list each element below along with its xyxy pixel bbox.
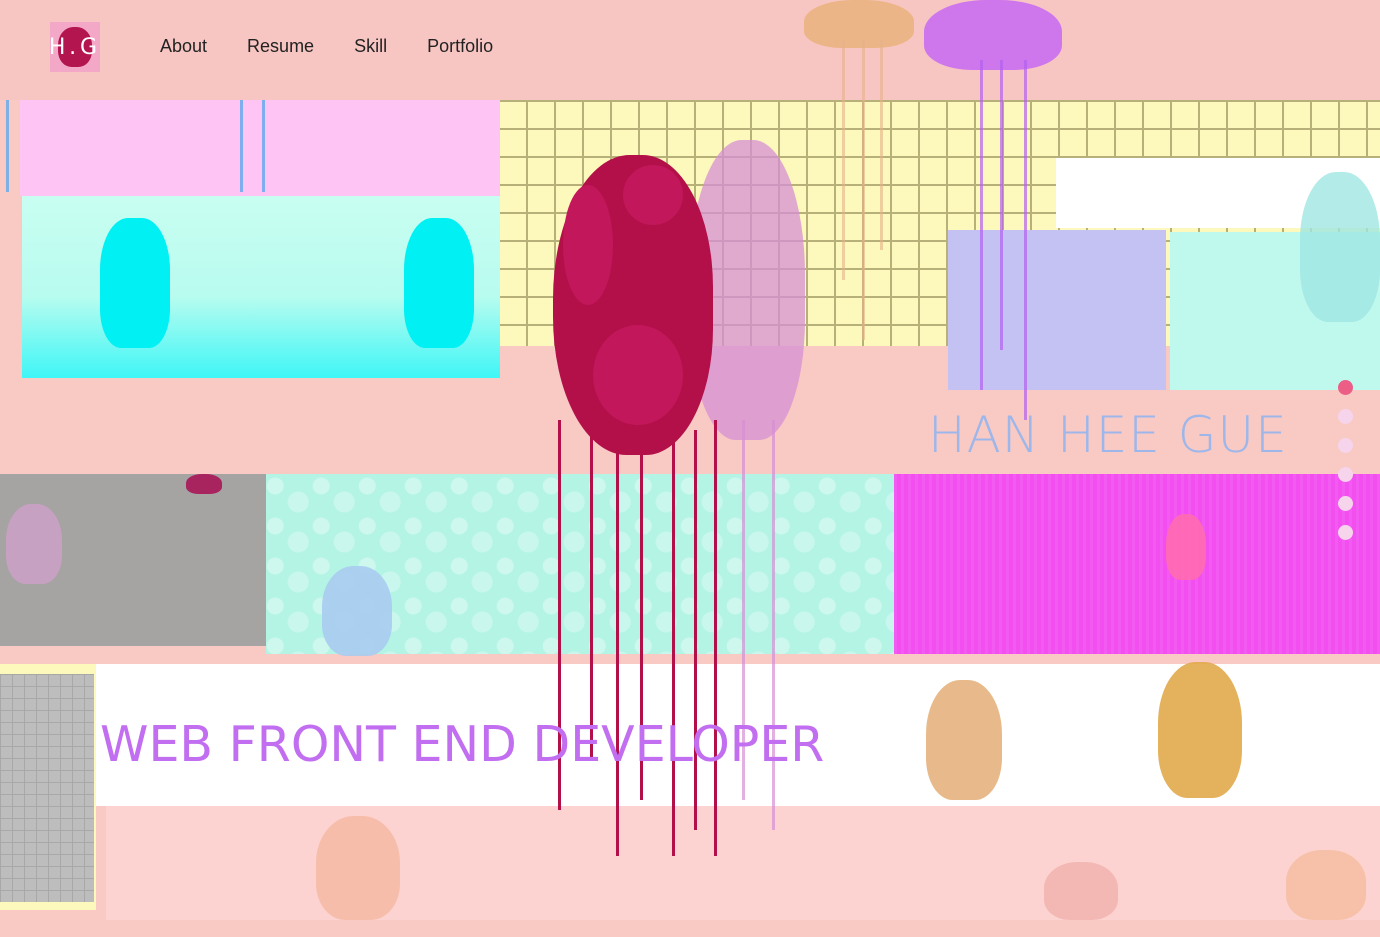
page-dot-6[interactable] bbox=[1338, 525, 1353, 540]
yarn-drip bbox=[616, 440, 619, 856]
heart-fragment-image bbox=[186, 474, 222, 494]
crocheted-heart-image bbox=[553, 155, 713, 455]
mint-texture-block bbox=[266, 474, 894, 656]
orange-heart-image bbox=[1158, 662, 1242, 798]
yarn-drip bbox=[262, 100, 265, 192]
peach-heart-image bbox=[1286, 850, 1366, 920]
page-dot-5[interactable] bbox=[1338, 496, 1353, 511]
yarn-drip bbox=[980, 60, 983, 390]
yarn-drip bbox=[672, 430, 675, 856]
yarn-drip bbox=[880, 40, 883, 250]
yarn-drip bbox=[590, 430, 593, 760]
yarn-drip bbox=[1024, 60, 1027, 420]
nav-resume[interactable]: Resume bbox=[247, 36, 314, 57]
cyan-heart-image bbox=[100, 218, 170, 348]
yarn-drip bbox=[240, 100, 243, 192]
pink-heart-image bbox=[6, 504, 62, 584]
section-pagination bbox=[1338, 380, 1353, 540]
yarn-drip bbox=[862, 40, 865, 340]
pink-heart-image bbox=[1166, 514, 1206, 580]
pink-block bbox=[20, 100, 500, 196]
yarn-drip bbox=[842, 40, 845, 280]
cyan-panel bbox=[22, 196, 500, 378]
heart-lobe bbox=[593, 325, 683, 425]
page-dot-1[interactable] bbox=[1338, 380, 1353, 395]
blue-heart-image bbox=[322, 566, 392, 656]
logo[interactable]: H.G bbox=[50, 22, 100, 72]
peach-heart-image bbox=[1044, 862, 1118, 920]
mint-block bbox=[1170, 172, 1380, 390]
orange-heart-image bbox=[926, 680, 1002, 800]
logo-text: H.G bbox=[50, 34, 100, 60]
yarn-drip bbox=[714, 420, 717, 856]
name-heading: HAN HEE GUE bbox=[928, 406, 1288, 464]
page-dot-4[interactable] bbox=[1338, 467, 1353, 482]
site-header: H.G About Resume Skill Portfolio bbox=[0, 0, 1380, 100]
yarn-drip bbox=[6, 100, 9, 192]
role-heading: WEB FRONT END DEVELOPER bbox=[100, 716, 825, 773]
peach-band bbox=[106, 806, 1380, 920]
page-dot-3[interactable] bbox=[1338, 438, 1353, 453]
nav-portfolio[interactable]: Portfolio bbox=[427, 36, 493, 57]
grey-grid-block bbox=[0, 674, 94, 902]
grey-block bbox=[0, 474, 266, 646]
heart-lobe bbox=[623, 165, 683, 225]
peach-heart-image bbox=[316, 816, 400, 920]
magenta-texture-block bbox=[894, 474, 1380, 654]
orange-heart-image bbox=[804, 0, 914, 48]
nav-about[interactable]: About bbox=[160, 36, 207, 57]
teal-heart-image bbox=[1300, 172, 1380, 322]
cyan-heart-image bbox=[404, 218, 474, 348]
heart-lobe bbox=[563, 185, 613, 305]
purple-heart-image bbox=[924, 0, 1062, 70]
yarn-drip bbox=[1000, 60, 1003, 350]
page-dot-2[interactable] bbox=[1338, 409, 1353, 424]
main-nav: About Resume Skill Portfolio bbox=[160, 36, 533, 57]
nav-skill[interactable]: Skill bbox=[354, 36, 387, 57]
